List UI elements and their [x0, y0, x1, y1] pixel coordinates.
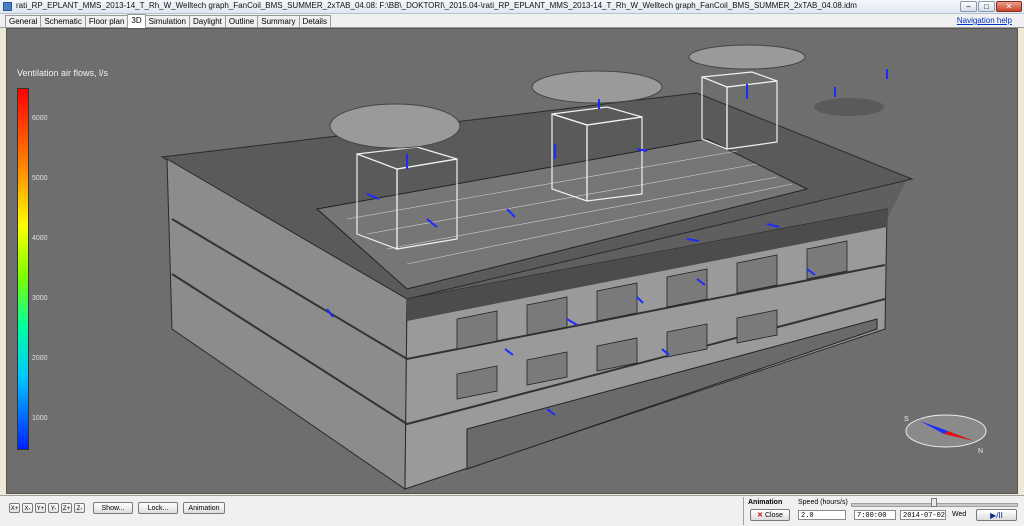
- view-x-plus-button[interactable]: X+: [9, 503, 20, 513]
- tab-details[interactable]: Details: [298, 15, 331, 27]
- animation-close-label: Close: [764, 512, 783, 519]
- animation-title: Animation: [748, 499, 783, 506]
- maximize-button[interactable]: □: [978, 1, 995, 12]
- rooftop-disk: [329, 103, 461, 149]
- tab-summary[interactable]: Summary: [257, 15, 300, 27]
- date-field[interactable]: 2014-07-02: [900, 510, 946, 520]
- window-title: rati_RP_EPLANT_MMS_2013-14_T_Rh_W_Wellte…: [16, 1, 857, 10]
- speed-input[interactable]: 2.0: [798, 510, 846, 520]
- weekday-label: Wed: [952, 511, 967, 518]
- close-icon: ✕: [757, 512, 763, 519]
- rooftop-disk: [814, 98, 884, 116]
- time-field[interactable]: 7:00:00: [854, 510, 896, 520]
- bottom-toolbar: X+ X- Y+ Y- Z+ Z- Show... Lock... Animat…: [0, 495, 1024, 526]
- tab-3d[interactable]: 3D: [127, 14, 146, 28]
- tab-list: General Schematic Floor plan 3D Simulati…: [5, 14, 331, 29]
- tab-bar: General Schematic Floor plan 3D Simulati…: [0, 14, 1024, 28]
- tab-floor-plan[interactable]: Floor plan: [84, 15, 129, 27]
- time-slider-thumb[interactable]: [931, 498, 937, 507]
- animation-button[interactable]: Animation: [183, 502, 225, 514]
- 3d-viewport[interactable]: Ventilation air flows, l/s 6000 5000 400…: [6, 28, 1018, 494]
- animation-panel: Animation ✕ Close Speed (hours/s) 2.0 7:…: [743, 497, 1024, 525]
- tab-simulation[interactable]: Simulation: [144, 15, 190, 27]
- compass-north-label: N: [978, 448, 983, 455]
- animation-close-button[interactable]: ✕ Close: [750, 509, 790, 521]
- window-controls: – □ ✕: [960, 1, 1022, 12]
- view-y-minus-button[interactable]: Y-: [48, 503, 59, 513]
- building-model: [160, 44, 914, 490]
- play-pause-button[interactable]: ▶/II: [976, 509, 1017, 521]
- tab-outline[interactable]: Outline: [224, 15, 259, 27]
- app-icon: [3, 2, 12, 11]
- compass-south-label: S: [904, 416, 909, 423]
- view-y-plus-button[interactable]: Y+: [35, 503, 46, 513]
- close-window-button[interactable]: ✕: [996, 1, 1022, 12]
- view-z-minus-button[interactable]: Z-: [74, 503, 85, 513]
- view-z-plus-button[interactable]: Z+: [61, 503, 72, 513]
- legend-tick: 3000: [32, 295, 48, 302]
- rooftop-disk: [688, 44, 806, 70]
- tab-general[interactable]: General: [5, 15, 42, 27]
- title-bar: rati_RP_EPLANT_MMS_2013-14_T_Rh_W_Wellte…: [0, 0, 1024, 14]
- tab-schematic[interactable]: Schematic: [40, 15, 86, 27]
- minimize-button[interactable]: –: [960, 1, 977, 12]
- legend-tick: 6000: [32, 115, 48, 122]
- navigation-help-link[interactable]: Navigation help: [957, 16, 1012, 25]
- speed-label: Speed (hours/s): [798, 499, 848, 506]
- rooftop-disk: [531, 70, 663, 104]
- legend-tick: 2000: [32, 355, 48, 362]
- legend-tick: 5000: [32, 175, 48, 182]
- tab-daylight[interactable]: Daylight: [189, 15, 226, 27]
- lock-button[interactable]: Lock...: [138, 502, 178, 514]
- legend-title: Ventilation air flows, l/s: [17, 68, 109, 78]
- legend-colorbar: [17, 88, 29, 450]
- legend-tick: 1000: [32, 415, 48, 422]
- view-x-minus-button[interactable]: X-: [22, 503, 33, 513]
- legend-tick: 4000: [32, 235, 48, 242]
- compass-icon[interactable]: S N: [904, 411, 994, 455]
- show-button[interactable]: Show...: [93, 502, 133, 514]
